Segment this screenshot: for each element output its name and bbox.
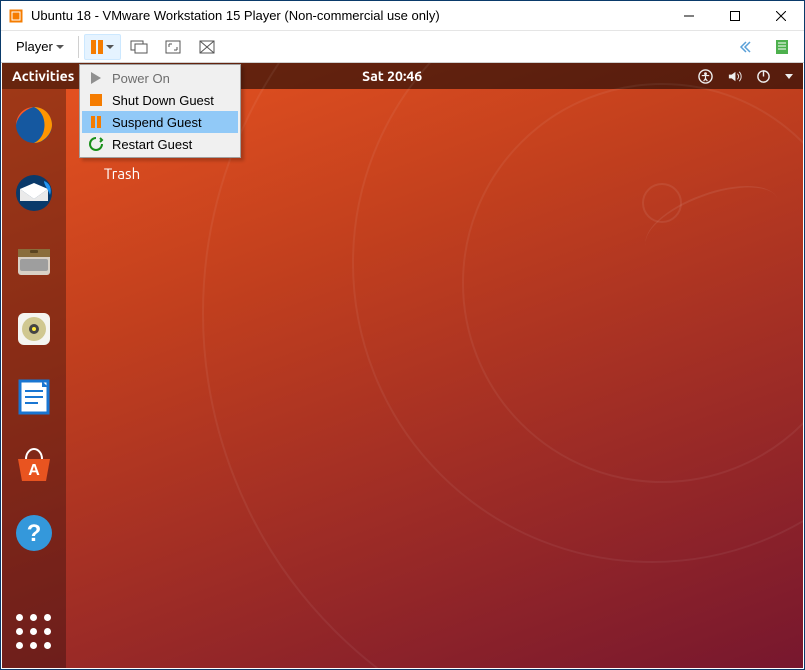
dock-icon-rhythmbox[interactable] [12,307,56,351]
menu-item-restart-guest[interactable]: Restart Guest [82,133,238,155]
chevron-left-icon [739,38,757,56]
window-title: Ubuntu 18 - VMware Workstation 15 Player… [31,8,440,23]
unity-mode-button[interactable] [191,34,223,60]
dock-icon-files[interactable] [12,239,56,283]
pause-icon [88,114,104,130]
menu-item-label: Restart Guest [112,137,192,152]
svg-text:A: A [28,462,40,479]
menu-item-label: Shut Down Guest [112,93,214,108]
send-ctrl-alt-del-button[interactable] [123,34,155,60]
player-menu-button[interactable]: Player [7,34,73,60]
power-split-button[interactable] [84,34,121,60]
show-applications-button[interactable] [12,610,56,654]
ubuntu-dock: A ? [2,89,66,668]
menu-item-power-on: Power On [82,67,238,89]
note-icon [773,38,791,56]
dock-icon-ubuntu-software[interactable]: A [12,443,56,487]
player-menu-label: Player [16,39,53,54]
power-dropdown-menu: Power On Shut Down Guest Suspend Guest R… [79,64,241,158]
fullscreen-icon [164,38,182,56]
menu-item-suspend-guest[interactable]: Suspend Guest [82,111,238,133]
activities-button[interactable]: Activities [12,68,74,84]
toolbar-divider [78,36,79,58]
toolbar-help-button[interactable] [766,34,798,60]
window-close-button[interactable] [758,1,804,31]
vmware-toolbar: Player [1,31,804,63]
dock-icon-firefox[interactable] [12,103,56,147]
send-keys-icon [130,38,148,56]
restart-icon [88,136,104,152]
window-maximize-button[interactable] [712,1,758,31]
fullscreen-button[interactable] [157,34,189,60]
menu-item-shut-down-guest[interactable]: Shut Down Guest [82,89,238,111]
trash-label: Trash [86,165,158,182]
pause-icon [91,40,103,54]
svg-text:?: ? [27,520,42,547]
unity-icon [198,38,216,56]
window-minimize-button[interactable] [666,1,712,31]
dock-icon-libreoffice-writer[interactable] [12,375,56,419]
caret-down-icon [56,45,64,49]
menu-item-label: Suspend Guest [112,115,202,130]
collapse-toolbar-button[interactable] [732,34,764,60]
caret-down-icon [106,45,114,49]
play-icon [88,70,104,86]
menu-item-label: Power On [112,71,170,86]
window-titlebar: Ubuntu 18 - VMware Workstation 15 Player… [1,1,804,31]
vmware-app-icon [7,7,25,25]
dock-icon-thunderbird[interactable] [12,171,56,215]
dock-icon-help[interactable]: ? [12,511,56,555]
stop-icon [88,92,104,108]
